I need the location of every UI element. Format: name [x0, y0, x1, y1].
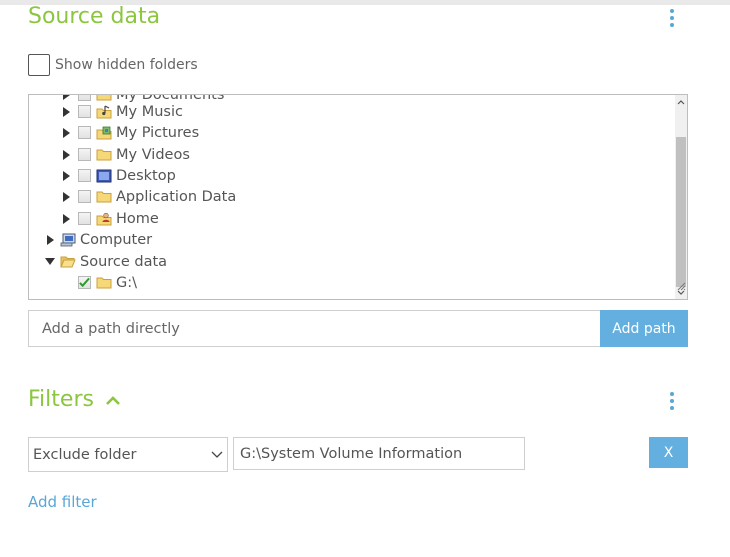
- folder-icon: [96, 190, 112, 204]
- expand-arrow-icon[interactable]: [59, 169, 73, 183]
- tree-item-label: Source data: [80, 253, 168, 270]
- tree-item-label: Application Data: [116, 188, 237, 205]
- folder-tree[interactable]: My Documents My Music My Pictures My Vid…: [28, 94, 688, 300]
- expand-arrow-icon[interactable]: [59, 212, 73, 226]
- tree-checkbox[interactable]: [78, 190, 91, 203]
- tree-item-label: G:\: [116, 274, 138, 291]
- filter-value-input[interactable]: [233, 437, 525, 470]
- tree-checkbox[interactable]: [78, 148, 91, 161]
- tree-item-computer[interactable]: Computer: [43, 229, 152, 250]
- tree-item-desktop[interactable]: Desktop: [59, 165, 176, 186]
- collapse-arrow-icon[interactable]: [43, 255, 57, 269]
- scroll-up-icon[interactable]: [675, 95, 687, 109]
- tree-item-home[interactable]: Home: [59, 208, 159, 229]
- tree-scrollbar[interactable]: [675, 95, 687, 299]
- expand-arrow-icon[interactable]: [59, 105, 73, 119]
- filter-type-select[interactable]: Exclude folder: [28, 437, 228, 472]
- tree-item-label: My Pictures: [116, 124, 200, 141]
- resize-grip-icon[interactable]: [676, 281, 686, 291]
- filters-menu-icon[interactable]: [666, 390, 678, 414]
- scroll-thumb[interactable]: [676, 137, 686, 287]
- tree-item-label: Computer: [80, 231, 153, 248]
- chevron-up-icon[interactable]: [105, 395, 121, 407]
- folder-icon: [96, 276, 112, 290]
- remove-filter-button[interactable]: X: [649, 437, 688, 468]
- filter-type-value: Exclude folder: [33, 446, 137, 463]
- filters-title: Filters: [28, 387, 94, 412]
- expand-arrow-icon[interactable]: [59, 190, 73, 204]
- computer-icon: [60, 233, 76, 247]
- tree-item-label: My Videos: [116, 146, 190, 163]
- expand-arrow-icon[interactable]: [59, 126, 73, 140]
- check-mark-icon: [79, 277, 90, 288]
- tree-item-my-music[interactable]: My Music: [59, 101, 183, 122]
- tree-item-label: My Music: [116, 103, 183, 120]
- tree-item-application-data[interactable]: Application Data: [59, 186, 236, 207]
- music-folder-icon: [96, 104, 112, 119]
- tree-item-label: Home: [116, 210, 159, 227]
- checkbox-box[interactable]: [28, 54, 50, 76]
- tree-checkbox[interactable]: [78, 212, 91, 225]
- add-path-button[interactable]: Add path: [600, 310, 688, 347]
- source-data-title: Source data: [28, 4, 161, 29]
- folder-icon: [96, 148, 112, 162]
- show-hidden-folders-label: Show hidden folders: [55, 57, 198, 73]
- chevron-down-icon: [211, 451, 223, 458]
- expand-arrow-icon[interactable]: [59, 148, 73, 162]
- open-folder-icon: [60, 255, 76, 269]
- tree-item-label: Desktop: [116, 167, 176, 184]
- tree-item-source-data[interactable]: Source data: [43, 251, 167, 272]
- tree-checkbox[interactable]: [78, 169, 91, 182]
- show-hidden-folders-checkbox[interactable]: Show hidden folders: [28, 54, 198, 76]
- tree-checkbox[interactable]: [78, 105, 91, 118]
- tree-item-g-drive[interactable]: G:\: [73, 272, 137, 293]
- add-filter-link[interactable]: Add filter: [28, 493, 97, 511]
- expand-arrow-icon[interactable]: [43, 233, 57, 247]
- tree-checkbox[interactable]: [78, 126, 91, 139]
- source-menu-icon[interactable]: [666, 7, 678, 31]
- add-path-input[interactable]: [28, 310, 601, 347]
- pictures-folder-icon: [96, 126, 112, 140]
- tree-item-my-videos[interactable]: My Videos: [59, 144, 190, 165]
- tree-checkbox-checked[interactable]: [78, 276, 91, 289]
- desktop-icon: [96, 169, 112, 183]
- tree-item-my-pictures[interactable]: My Pictures: [59, 122, 199, 143]
- user-folder-icon: [96, 212, 112, 226]
- tree-checkbox[interactable]: [78, 95, 91, 101]
